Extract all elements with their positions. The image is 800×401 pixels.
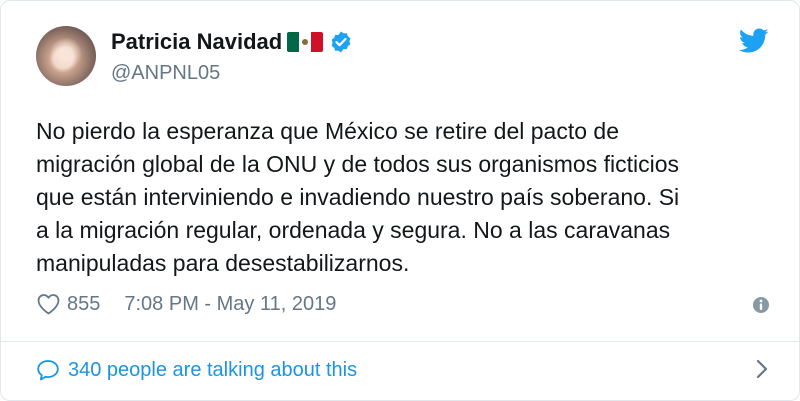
verified-badge-icon — [331, 31, 351, 53]
info-icon[interactable] — [751, 295, 771, 315]
tweet-timestamp[interactable]: 7:08 PM - May 11, 2019 — [124, 291, 336, 317]
avatar[interactable] — [36, 26, 96, 86]
author-row: Patricia Navidad — [111, 28, 353, 56]
conversation-label[interactable]: 340 people are talking about this — [68, 357, 357, 383]
chevron-right-icon[interactable] — [755, 358, 769, 380]
like-count[interactable]: 855 — [67, 291, 100, 317]
heart-icon[interactable] — [36, 293, 61, 315]
divider — [1, 341, 799, 342]
author-name[interactable]: Patricia Navidad — [111, 28, 282, 56]
twitter-bird-icon[interactable] — [739, 28, 769, 54]
speech-bubble-icon — [37, 360, 59, 381]
author-handle[interactable]: @ANPNL05 — [111, 60, 220, 86]
embedded-tweet-card: Patricia Navidad @ANPNL05 No pierdo la e… — [0, 0, 800, 401]
mexico-flag-icon — [287, 32, 324, 52]
tweet-meta: 855 7:08 PM - May 11, 2019 — [36, 291, 336, 317]
tweet-text: No pierdo la esperanza que México se ret… — [36, 118, 680, 276]
conversation-link[interactable]: 340 people are talking about this — [36, 357, 357, 383]
